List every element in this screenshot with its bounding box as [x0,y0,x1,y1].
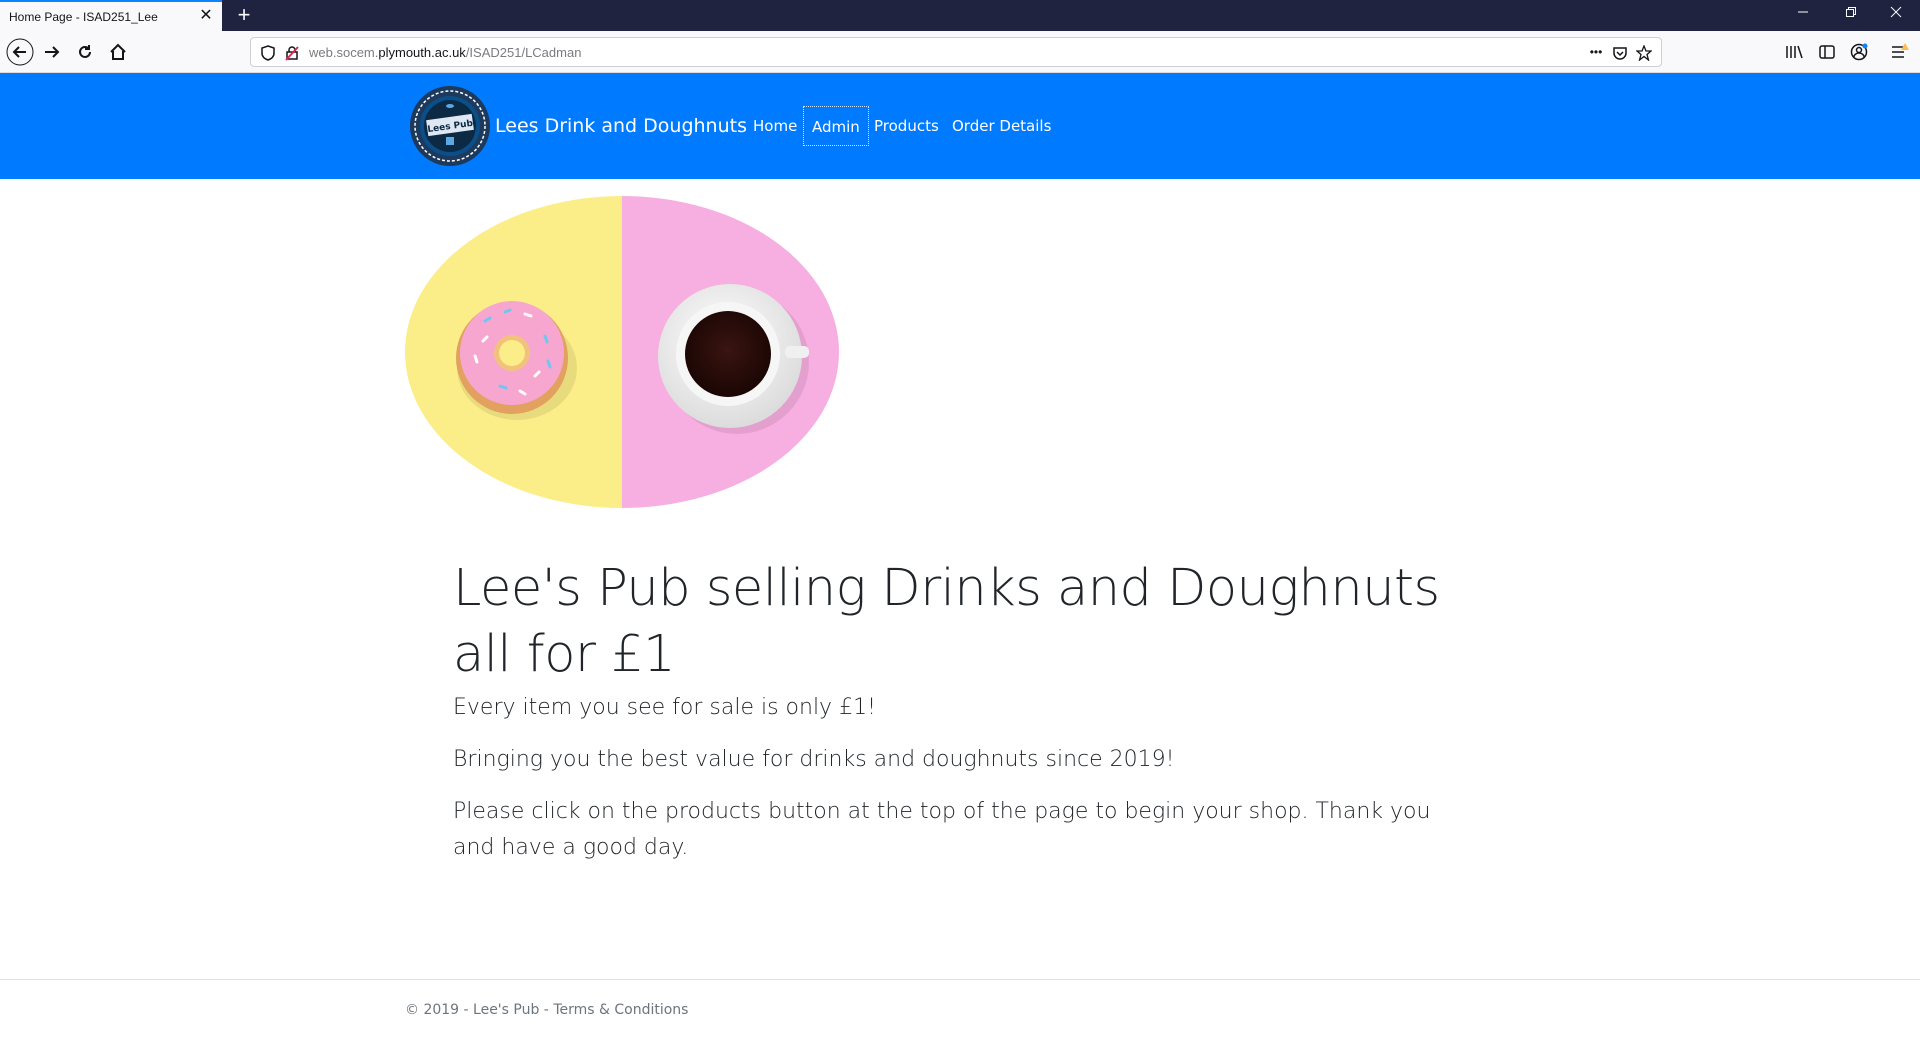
url-path: /ISAD251/LCadman [465,45,582,60]
browser-toolbar: web.socem.plymouth.ac.uk/ISAD251/LCadman… [0,31,1920,73]
bookmark-star-icon[interactable] [1635,44,1653,62]
library-icon[interactable] [1782,40,1806,64]
main-content: Lee's Pub selling Drinks and Doughnuts a… [453,556,1463,866]
page-actions-icon[interactable]: ••• [1585,43,1607,61]
lead-value: Bringing you the best value for drinks a… [453,747,1175,772]
lead-instructions: Please click on the products button at t… [453,799,1431,860]
page-title: Lee's Pub selling Drinks and Doughnuts a… [453,559,1440,684]
site-footer: © 2019 - Lee's Pub - Terms & Conditions [0,979,1920,1038]
site-brand[interactable]: Lees Drink and Doughnuts [495,115,747,137]
pub-logo[interactable]: Lees Pub [409,85,491,167]
browser-tab-strip: Home Page - ISAD251_Lee ✕ + [0,0,1920,33]
minimize-icon[interactable] [1793,5,1813,21]
url-host: plymouth.ac.uk [378,45,466,60]
shield-icon[interactable] [259,44,277,62]
menu-icon[interactable] [1888,40,1912,64]
footer-copyright: © 2019 - Lee's Pub - [405,1002,554,1018]
hero-image [405,196,839,508]
tab-close-icon[interactable]: ✕ [198,8,214,24]
sidebar-icon[interactable] [1815,40,1839,64]
nav-products[interactable]: Products [866,106,947,146]
nav-order-details[interactable]: Order Details [944,106,1059,146]
home-button[interactable] [103,37,133,67]
forward-button[interactable] [37,37,67,67]
browser-tab[interactable]: Home Page - ISAD251_Lee ✕ [0,0,222,33]
tab-title: Home Page - ISAD251_Lee [9,10,158,24]
footer-text: © 2019 - Lee's Pub - Terms & Conditions [405,1002,688,1018]
nav-admin[interactable]: Admin [803,106,869,146]
pocket-icon[interactable] [1611,44,1629,62]
url-text[interactable]: web.socem.plymouth.ac.uk/ISAD251/LCadman [309,45,581,60]
url-prefix: web.socem. [309,45,379,60]
close-window-icon[interactable] [1886,5,1906,21]
new-tab-button[interactable]: + [232,2,256,28]
url-bar[interactable]: web.socem.plymouth.ac.uk/ISAD251/LCadman… [250,37,1662,67]
reload-button[interactable] [70,37,100,67]
restore-icon[interactable] [1841,5,1861,21]
insecure-lock-icon[interactable] [283,44,301,62]
back-button[interactable] [5,37,35,67]
account-icon[interactable] [1847,40,1871,64]
lead-price: Every item you see for sale is only £1! [453,695,876,720]
terms-link[interactable]: Terms & Conditions [553,1002,688,1018]
nav-home[interactable]: Home [745,106,805,146]
site-navbar: Lees Pub Lees Drink and Doughnuts Home A… [0,73,1920,179]
